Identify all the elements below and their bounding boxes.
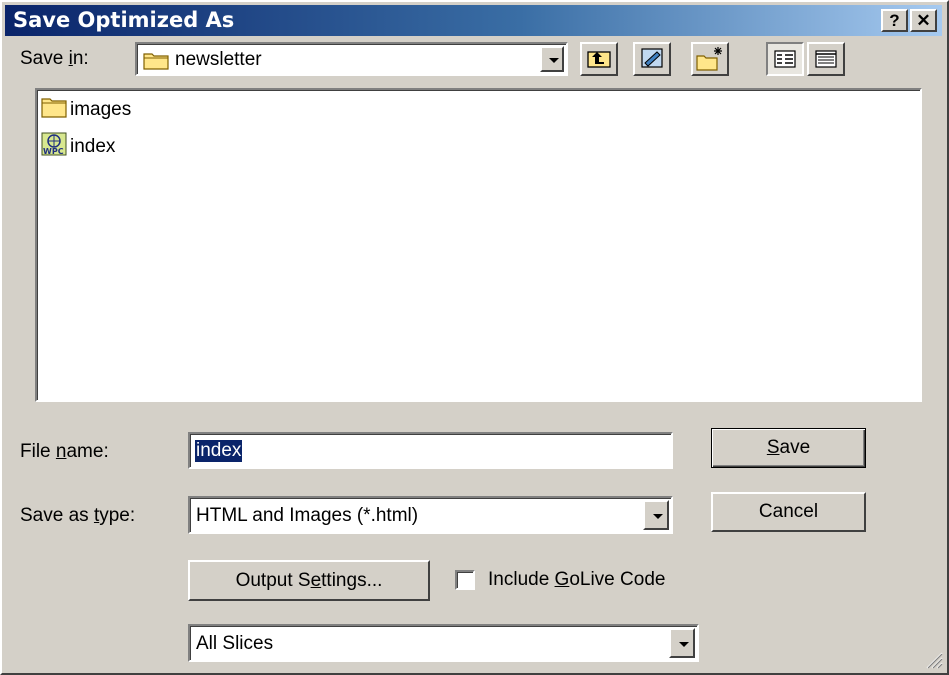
folder-icon (143, 50, 169, 70)
slices-dropdown-arrow[interactable] (669, 628, 695, 658)
close-icon: ✕ (916, 11, 931, 30)
up-one-level-button[interactable] (580, 42, 618, 76)
list-view-icon (774, 50, 796, 68)
details-view-button[interactable] (807, 42, 845, 76)
save-in-dropdown[interactable]: newsletter (135, 42, 568, 76)
cancel-button[interactable]: Cancel (711, 492, 866, 532)
desktop-button[interactable] (633, 42, 671, 76)
new-folder-icon (696, 47, 722, 71)
svg-text:WPC: WPC (43, 147, 64, 156)
save-in-value: newsletter (175, 49, 262, 70)
file-name-label: File name: (20, 441, 109, 462)
file-name: index (70, 136, 116, 157)
slices-dropdown[interactable]: All Slices (188, 624, 699, 662)
help-button[interactable]: ? (881, 9, 908, 32)
details-view-icon (815, 50, 837, 68)
list-item[interactable]: WPC index (41, 132, 116, 162)
include-golive-label[interactable]: Include GoLive Code (488, 569, 665, 591)
file-name: images (70, 99, 132, 120)
save-as-type-dropdown[interactable]: HTML and Images (*.html) (188, 496, 673, 534)
save-in-label: Save in: (20, 48, 89, 69)
chevron-down-icon (549, 58, 559, 63)
new-folder-button[interactable] (691, 42, 729, 76)
save-in-dropdown-arrow[interactable] (540, 46, 564, 72)
title-bar[interactable]: Save Optimized As ? ✕ (5, 5, 942, 36)
resize-grip[interactable] (923, 649, 943, 669)
file-list[interactable]: images WPC index (35, 88, 922, 402)
close-button[interactable]: ✕ (910, 9, 937, 32)
list-item[interactable]: images (41, 98, 131, 122)
help-icon: ? (889, 11, 900, 30)
html-file-icon: WPC (41, 132, 67, 162)
file-name-value[interactable]: index (195, 440, 243, 462)
save-button[interactable]: Save (711, 428, 866, 468)
chevron-down-icon (653, 514, 663, 519)
folder-icon (41, 96, 67, 124)
file-name-field[interactable]: index (188, 432, 673, 469)
dialog-title: Save Optimized As (13, 8, 235, 32)
up-one-level-icon (587, 51, 611, 68)
list-view-button[interactable] (766, 42, 804, 76)
output-settings-button[interactable]: Output Settings... (188, 560, 430, 601)
chevron-down-icon (679, 642, 689, 647)
resize-grip-icon (926, 652, 943, 669)
save-as-type-value: HTML and Images (*.html) (196, 505, 419, 526)
save-as-type-dropdown-arrow[interactable] (643, 500, 669, 530)
desktop-icon (641, 48, 663, 68)
include-golive-checkbox[interactable] (455, 570, 475, 590)
slices-value: All Slices (196, 633, 274, 654)
save-as-type-label: Save as type: (20, 505, 136, 526)
save-optimized-dialog: Save Optimized As ? ✕ Save in: newslette… (0, 0, 949, 675)
